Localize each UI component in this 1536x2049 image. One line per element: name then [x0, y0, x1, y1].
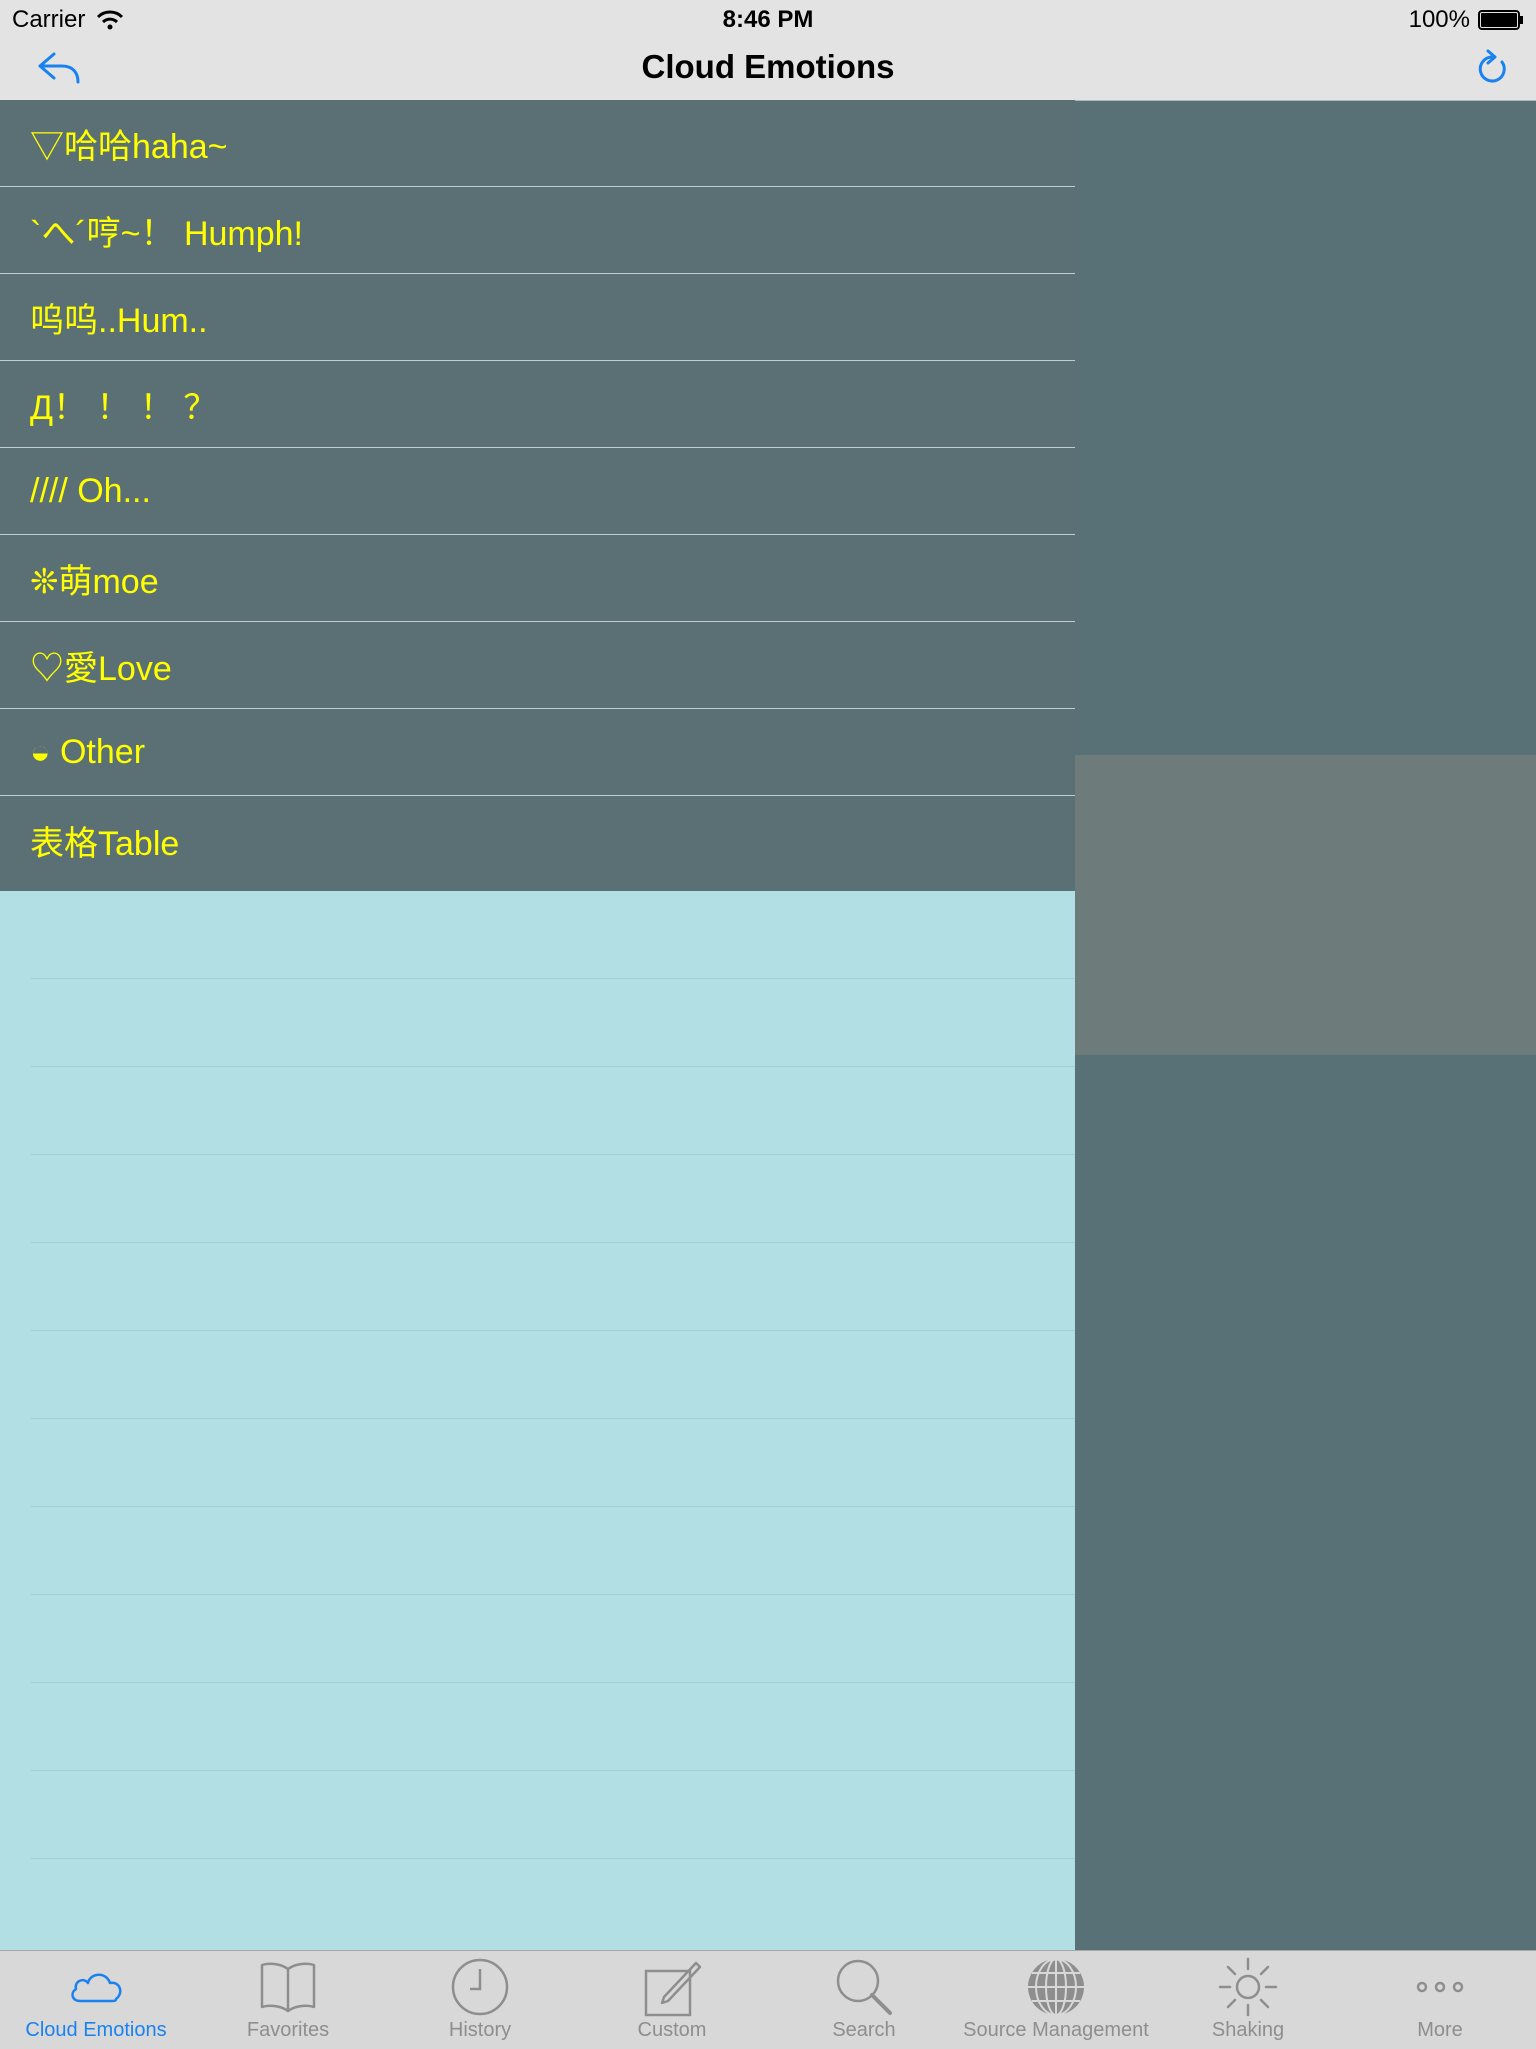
list-item[interactable]: Д！ ！ ！ ？ — [0, 361, 1075, 448]
tab-more[interactable]: More — [1344, 1951, 1536, 2049]
cloud-icon — [71, 1973, 122, 2003]
tab-shaking[interactable]: Shaking — [1152, 1951, 1344, 2049]
status-bar: Carrier 8:46 PM 100% — [0, 0, 1536, 40]
page-title: Cloud Emotions — [641, 48, 895, 85]
list-item[interactable]: 表格Table — [0, 796, 1075, 884]
list-item-label: ▽哈哈haha~ — [30, 127, 228, 166]
battery-icon — [1478, 10, 1523, 30]
clock-icon — [451, 1958, 509, 2016]
list-item-label: 表格Table — [30, 824, 180, 863]
list-item[interactable]: ▽哈哈haha~ — [0, 100, 1075, 187]
list-item-label: `へ´哼~！ Humph! — [30, 214, 303, 253]
globe-icon — [1028, 1958, 1084, 2016]
row-separator — [31, 1418, 1075, 1419]
list-item-label: ❊萌moe — [30, 562, 159, 601]
detail-pane-highlight — [1075, 755, 1536, 1055]
status-time: 8:46 PM — [722, 6, 814, 33]
tab-custom[interactable]: Custom — [576, 1951, 768, 2049]
row-separator — [31, 978, 1075, 979]
more-icon — [1416, 1981, 1464, 1993]
list-item-label: Д！ ！ ！ ？ — [30, 388, 218, 427]
list-item[interactable]: ❊萌moe — [0, 535, 1075, 622]
tab-source-management[interactable]: Source Management — [960, 1951, 1152, 2049]
row-separator — [31, 1154, 1075, 1155]
empty-table-area — [0, 891, 1075, 1950]
category-list: ▽哈哈haha~ `へ´哼~！ Humph! 呜呜..Hum.. Д！ ！ ！ … — [0, 100, 1075, 884]
row-separator — [31, 1506, 1075, 1507]
edit-icon — [644, 1961, 702, 2017]
tab-label: More — [1417, 2019, 1463, 2041]
list-item[interactable]: 呜呜..Hum.. — [0, 274, 1075, 361]
tab-cloud-emotions[interactable]: Cloud Emotions — [0, 1951, 192, 2049]
row-separator — [31, 1066, 1075, 1067]
list-item[interactable]: ◒ Other — [0, 709, 1075, 796]
list-item[interactable]: `へ´哼~！ Humph! — [0, 187, 1075, 274]
row-separator — [31, 1858, 1075, 1859]
tab-bar: Cloud Emotions Favorites History Custom … — [0, 1950, 1536, 2049]
book-icon — [260, 1962, 316, 2013]
row-separator — [31, 1330, 1075, 1331]
tab-search[interactable]: Search — [768, 1951, 960, 2049]
navigation-bar: Cloud Emotions — [0, 40, 1536, 101]
row-separator — [31, 1242, 1075, 1243]
refresh-button[interactable] — [1472, 48, 1512, 90]
search-icon — [836, 1959, 892, 2015]
sun-icon — [1218, 1957, 1278, 2017]
refresh-icon — [1478, 49, 1506, 83]
row-separator — [31, 1594, 1075, 1595]
list-item[interactable]: ♡愛Love — [0, 622, 1075, 709]
row-separator — [31, 1682, 1075, 1683]
battery-percent: 100% — [1408, 6, 1470, 33]
list-item-label: ♡愛Love — [30, 649, 172, 688]
list-item-label: 呜呜..Hum.. — [30, 301, 208, 340]
list-item-label: //// Oh... — [30, 471, 151, 510]
list-item-label: ◒ Other — [30, 732, 146, 771]
row-separator — [31, 1770, 1075, 1771]
tab-history[interactable]: History — [384, 1951, 576, 2049]
tab-favorites[interactable]: Favorites — [192, 1951, 384, 2049]
list-item[interactable]: //// Oh... — [0, 448, 1075, 535]
